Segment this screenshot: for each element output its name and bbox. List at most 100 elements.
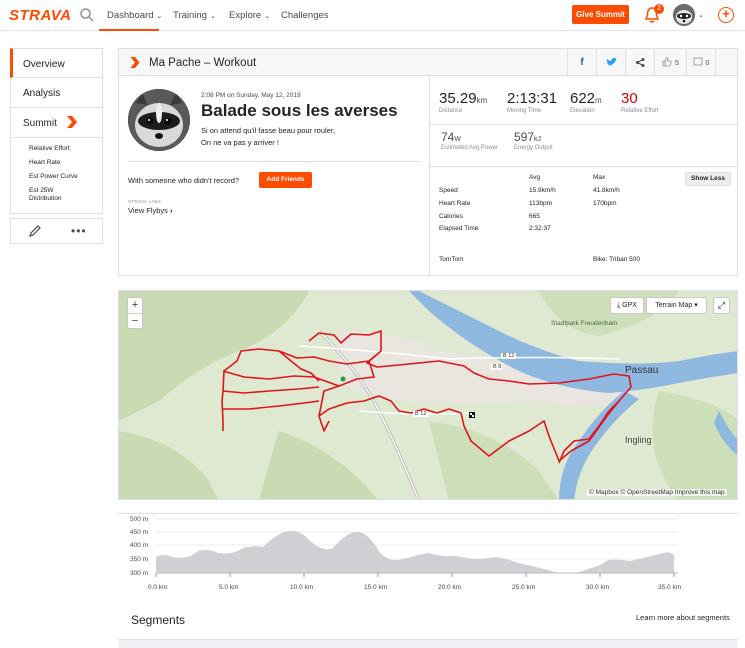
facebook-icon[interactable]: f — [567, 49, 596, 76]
sidebar-item-relative-effort[interactable]: Relative Effort — [29, 145, 102, 153]
table-row-label: Calories — [439, 213, 463, 220]
map-terrain — [119, 291, 737, 499]
sidebar-item-summit[interactable]: Summit — [10, 108, 103, 138]
chevron-down-icon: ⌄ — [264, 13, 271, 20]
strava-logo[interactable]: STRAVA — [9, 7, 71, 24]
summit-chevron-icon — [130, 57, 140, 68]
divider — [430, 124, 737, 125]
search-icon[interactable] — [79, 7, 95, 23]
x-tick-label: 10.0 km — [290, 584, 314, 591]
twitter-icon[interactable] — [596, 49, 625, 76]
table-cell: 15.9km/h — [529, 187, 556, 194]
download-gpx-button[interactable]: ⤓ GPX — [610, 297, 644, 314]
route-map[interactable]: Passau Ingling Stadtpark Freudenhain B 1… — [118, 290, 738, 500]
road-label-b12: B 12 — [501, 353, 517, 359]
y-tick-label: 300 m — [130, 570, 149, 577]
chevron-down-icon[interactable]: ⌄ — [698, 11, 704, 19]
kudos-button[interactable]: 5 — [654, 49, 686, 76]
activity-date: 2:08 PM on Sunday, May 12, 2019 — [201, 92, 301, 99]
nav-active-indicator — [99, 29, 159, 31]
table-header-avg: Avg — [529, 174, 541, 181]
table-cell: 41.8km/h — [593, 187, 620, 194]
activity-name: Balade sous les averses — [201, 101, 398, 120]
nav-dashboard[interactable]: Dashboard ⌄ — [107, 10, 162, 21]
comment-button[interactable]: 0 — [686, 49, 715, 76]
sidebar-item-overview[interactable]: Overview — [10, 48, 103, 78]
divider — [429, 77, 430, 276]
map-label-stadtpark: Stadtpark Freudenhain — [551, 320, 618, 327]
x-tick-label: 0.0 km — [148, 584, 168, 591]
raccoon-photo-icon — [128, 89, 190, 151]
sidebar-item-est-25w-distribution[interactable]: Est 25W Distribution — [29, 187, 83, 203]
segments-title: Segments — [131, 613, 186, 627]
map-attribution[interactable]: © Mapbox © OpenStreetMap Improve this ma… — [587, 489, 727, 496]
show-less-button[interactable]: Show Less — [685, 172, 731, 186]
y-tick-label: 500 m — [130, 516, 149, 523]
more-options-icon[interactable] — [715, 49, 737, 76]
zoom-out-button[interactable]: − — [128, 314, 142, 329]
activity-description-line: Si on attend qu'il fasse beau pour roule… — [201, 126, 336, 135]
learn-more-segments-link[interactable]: Learn more about segments — [636, 613, 730, 622]
summit-chevron-icon — [67, 116, 77, 128]
more-options-icon[interactable]: ••• — [71, 224, 87, 238]
zoom-controls: + − — [127, 297, 143, 329]
with-someone-text: With someone who didn't record? — [128, 176, 240, 185]
divider — [128, 161, 420, 162]
add-friends-button[interactable]: Add Friends — [259, 172, 312, 188]
road-label-b12: B 12 — [413, 411, 429, 417]
stat-distance: 35.29km Distance — [439, 90, 488, 114]
x-tick-label: 30.0 km — [586, 584, 610, 591]
stat-power: 74W Estimated Avg Power — [441, 130, 498, 151]
give-summit-button[interactable]: Give Summit — [572, 5, 629, 24]
table-cell: 665 — [529, 213, 540, 220]
stat-moving-time: 2:13:31 Moving Time — [507, 90, 558, 114]
fullscreen-icon[interactable]: ⤢ — [713, 297, 730, 314]
activity-header-title: Ma Pache – Workout — [149, 57, 257, 69]
map-label-ingling: Ingling — [625, 435, 652, 445]
zoom-in-button[interactable]: + — [128, 298, 142, 313]
chevron-down-icon: ▾ — [694, 302, 698, 309]
stat-energy: 597kJ Energy Output — [514, 130, 553, 151]
sidebar-item-est-power-curve[interactable]: Est Power Curve — [29, 173, 102, 181]
table-header-max: Max — [593, 174, 606, 181]
activity-header: Ma Pache – Workout f 5 0 — [119, 49, 737, 76]
y-tick-label: 400 m — [130, 542, 149, 549]
user-avatar[interactable] — [673, 4, 695, 26]
sidebar-item-analysis[interactable]: Analysis — [10, 78, 103, 108]
athlete-avatar[interactable] — [128, 89, 190, 151]
y-tick-label: 450 m — [130, 529, 149, 536]
sidebar-item-heart-rate[interactable]: Heart Rate — [29, 159, 102, 167]
x-tick-label: 25.0 km — [512, 584, 536, 591]
table-row-label: Heart Rate — [439, 200, 471, 207]
chevron-down-icon: ⌄ — [209, 13, 216, 20]
nav-challenges[interactable]: Challenges — [281, 10, 329, 21]
activity-description-line: On ne va pas y arriver ! — [201, 138, 279, 147]
share-icon[interactable] — [625, 49, 654, 76]
raccoon-avatar-icon — [673, 4, 695, 26]
pencil-icon[interactable] — [28, 224, 42, 238]
chevron-down-icon: ⌄ — [156, 13, 163, 20]
nav-training[interactable]: Training ⌄ — [173, 10, 216, 21]
stat-relative-effort[interactable]: 30 Relative Effort — [621, 90, 659, 114]
elevation-plot — [155, 518, 678, 577]
table-cell: 113bpm — [529, 200, 553, 207]
divider — [430, 166, 737, 167]
map-label-passau: Passau — [625, 365, 659, 376]
x-tick-label: 15.0 km — [364, 584, 388, 591]
activity-card: Ma Pache – Workout f 5 0 2:08 PM on Sund… — [118, 48, 738, 276]
y-tick-label: 350 m — [130, 556, 149, 563]
road-label-b8: B 8 — [491, 364, 504, 370]
activity-sidebar: Overview Analysis Summit Relative Effort… — [10, 48, 103, 214]
device-name: TomTom — [439, 256, 464, 263]
view-flybys-link[interactable]: View Flybys › — [128, 206, 172, 215]
x-tick-label: 35.0 km — [658, 584, 682, 591]
table-row-label: Elapsed Time — [439, 225, 479, 232]
comment-icon — [693, 57, 703, 66]
nav-explore[interactable]: Explore ⌄ — [229, 10, 270, 21]
bike-name: Bike: Triban 500 — [593, 256, 640, 263]
plus-circle-icon[interactable]: + — [718, 7, 734, 23]
strava-labs-label: STRAVA LABS — [128, 199, 162, 204]
elevation-chart[interactable]: 500 m 450 m 400 m 350 m 300 m 0.0 km 5.0… — [118, 513, 738, 598]
map-type-dropdown[interactable]: Terrain Map ▾ — [646, 297, 707, 314]
table-cell: 2:32:37 — [529, 225, 551, 232]
